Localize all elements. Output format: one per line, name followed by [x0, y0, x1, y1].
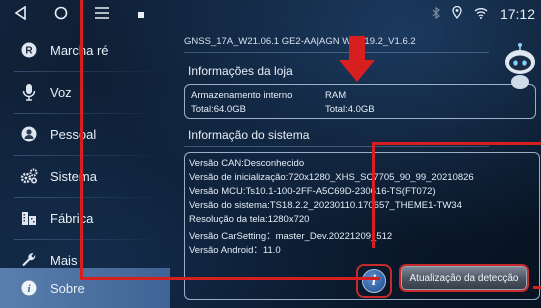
screen-resolution: Resolução da tela:1280x720	[189, 214, 310, 225]
menu-icon[interactable]	[94, 6, 110, 25]
system-version: Versão do sistema:TS18.2.2_20230110.1706…	[189, 200, 462, 211]
annotation-line	[80, 0, 83, 279]
voice-assistant-robot-icon[interactable]	[501, 42, 539, 90]
factory-icon	[20, 209, 38, 227]
system-info-title: Informação do sistema	[188, 128, 310, 142]
storage-box: Armazenamento interno Total:64.0GB RAM T…	[184, 84, 536, 119]
sidebar-item-label: Mais	[50, 252, 78, 268]
annotation-line	[533, 286, 541, 289]
microphone-icon	[20, 83, 38, 101]
annotation-line	[80, 277, 380, 280]
location-icon	[452, 5, 462, 22]
info-icon: i	[20, 279, 38, 297]
settings-sidebar: R Marcha ré Voz Pessoal Sistema Fábrica	[0, 30, 170, 308]
sidebar-item-sobre[interactable]: i Sobre	[0, 268, 170, 308]
divider	[184, 146, 489, 147]
sidebar-item-label: Sistema	[50, 168, 97, 184]
square-icon[interactable]	[136, 7, 146, 25]
boot-version: Versão de inicialização:720x1280_XHS_SC7…	[189, 172, 474, 183]
gnss-version: GNSS_17A_W21.06.1 GE2-AA|AGN W21.19.2_V1…	[184, 36, 416, 47]
gears-icon	[20, 167, 38, 185]
carsetting-version: Versão CarSetting：master_Dev.20221209_51…	[189, 231, 393, 242]
internal-storage-label: Armazenamento interno	[191, 90, 293, 101]
person-icon	[20, 125, 38, 143]
back-icon[interactable]	[14, 5, 28, 25]
annotation-arrow-down-icon	[339, 36, 375, 89]
can-version: Versão CAN:Desconhecido	[189, 158, 305, 169]
android-version: Versão Android：11.0	[189, 245, 281, 256]
sidebar-item-fabrica[interactable]: Fábrica	[0, 198, 170, 238]
sidebar-item-label: Sobre	[50, 280, 85, 296]
sidebar-item-pessoal[interactable]: Pessoal	[0, 114, 170, 154]
annotation-line	[372, 142, 541, 145]
update-detection-button[interactable]: Atualização da detecção	[401, 266, 527, 290]
status-icons: 17:12	[432, 5, 535, 22]
ram-label: RAM	[325, 90, 347, 101]
sidebar-item-voz[interactable]: Voz	[0, 72, 170, 112]
divider	[184, 52, 489, 53]
store-info-title: Informações da loja	[188, 64, 293, 78]
sidebar-item-marcha-re[interactable]: R Marcha ré	[0, 30, 170, 70]
wifi-icon	[474, 6, 488, 22]
annotation-line	[372, 142, 375, 248]
sidebar-item-label: Voz	[50, 84, 72, 100]
mcu-version: Versão MCU:Ts10.1-100-2FF-A5C69D-230616-…	[189, 186, 436, 197]
info-icon: i	[362, 269, 386, 293]
clock: 17:12	[499, 6, 535, 22]
home-icon[interactable]	[54, 6, 68, 25]
info-button[interactable]: i	[356, 264, 392, 298]
wrench-icon	[20, 251, 38, 269]
internal-storage-total: Total:64.0GB	[191, 104, 246, 115]
sidebar-item-label: Fábrica	[50, 210, 94, 226]
sidebar-item-sistema[interactable]: Sistema	[0, 156, 170, 196]
ram-total: Total:4.0GB	[325, 104, 375, 115]
svg-text:R: R	[25, 46, 33, 57]
bluetooth-icon	[432, 6, 440, 22]
sidebar-item-label: Pessoal	[50, 126, 97, 142]
reverse-icon: R	[20, 41, 38, 59]
